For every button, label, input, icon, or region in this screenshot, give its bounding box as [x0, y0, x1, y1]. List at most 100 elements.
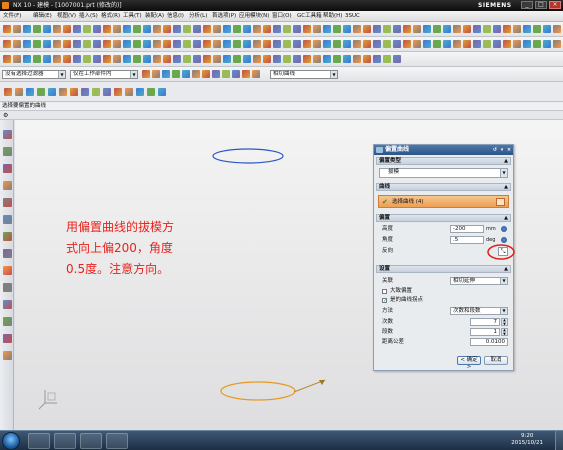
- toolbar-tool-icon[interactable]: [81, 88, 89, 96]
- toolbar-tool-icon[interactable]: [353, 40, 361, 48]
- toolbar-tool-icon[interactable]: [73, 40, 81, 48]
- toolbar-tool-icon[interactable]: [413, 40, 421, 48]
- toolbar-tool-icon[interactable]: [503, 40, 511, 48]
- height-options-icon[interactable]: [501, 226, 507, 232]
- toolbar-tool-icon[interactable]: [203, 40, 211, 48]
- toolbar-tool-icon[interactable]: [343, 25, 351, 33]
- toolbar-tool-icon[interactable]: [523, 40, 531, 48]
- toolbar-tool-icon[interactable]: [243, 55, 251, 63]
- toolbar-tool-icon[interactable]: [543, 25, 551, 33]
- toolbar-tool-icon[interactable]: [23, 55, 31, 63]
- toolbar-tool-icon[interactable]: [173, 55, 181, 63]
- resource-tab-icon[interactable]: [3, 130, 12, 139]
- toolbar-tool-icon[interactable]: [253, 25, 261, 33]
- resource-tab-icon[interactable]: [3, 232, 12, 241]
- toolbar-tool-icon[interactable]: [223, 55, 231, 63]
- menu-window[interactable]: 窗口(O): [272, 11, 292, 22]
- toolbar-tool-icon[interactable]: [203, 55, 211, 63]
- toolbar-tool-icon[interactable]: [143, 25, 151, 33]
- toolbar-tool-icon[interactable]: [43, 25, 51, 33]
- toolbar-tool-icon[interactable]: [63, 25, 71, 33]
- toolbar-tool-icon[interactable]: [373, 25, 381, 33]
- toolbar-tool-icon[interactable]: [63, 55, 71, 63]
- toolbar-tool-icon[interactable]: [283, 55, 291, 63]
- toolbar-tool-icon[interactable]: [443, 40, 451, 48]
- resource-tab-icon[interactable]: [3, 147, 12, 156]
- toolbar-tool-icon[interactable]: [183, 55, 191, 63]
- toolbar-tool-icon[interactable]: [333, 55, 341, 63]
- offset-type-dropdown[interactable]: 拔模 ▼: [379, 168, 508, 178]
- toolbar-tool-icon[interactable]: [59, 88, 67, 96]
- toolbar-tool-icon[interactable]: [143, 40, 151, 48]
- toolbar-tool-icon[interactable]: [293, 25, 301, 33]
- trim-checkbox[interactable]: ✓: [382, 298, 387, 304]
- toolbar-tool-icon[interactable]: [23, 40, 31, 48]
- menu-file[interactable]: 文件(F): [3, 11, 21, 22]
- segments-input[interactable]: 1: [470, 328, 500, 336]
- toolbar-tool-icon[interactable]: [333, 25, 341, 33]
- toolbar-tool-icon[interactable]: [183, 25, 191, 33]
- toolbar-tool-icon[interactable]: [92, 88, 100, 96]
- toolbar-tool-icon[interactable]: [373, 55, 381, 63]
- segments-spinner-icon[interactable]: ▲ ▼: [501, 328, 508, 336]
- toolbar-tool-icon[interactable]: [113, 55, 121, 63]
- toolbar-tool-icon[interactable]: [26, 88, 34, 96]
- toolbar-tool-icon[interactable]: [193, 40, 201, 48]
- menu-insert[interactable]: 插入(S): [79, 11, 98, 22]
- maximize-button[interactable]: □: [535, 1, 547, 9]
- toolbar-tool-icon[interactable]: [147, 88, 155, 96]
- toolbar-tool-icon[interactable]: [33, 40, 41, 48]
- toolbar-tool-icon[interactable]: [473, 40, 481, 48]
- selection-filter-dropdown[interactable]: 没有选择过滤器 ▼: [2, 70, 66, 79]
- toolbar-tool-icon[interactable]: [37, 88, 45, 96]
- dialog-close-icon[interactable]: ×: [506, 147, 512, 153]
- taskbar-app-4[interactable]: [106, 433, 128, 449]
- toolbar-tool-icon[interactable]: [523, 25, 531, 33]
- toolbar-tool-icon[interactable]: [192, 70, 200, 78]
- toolbar-tool-icon[interactable]: [483, 25, 491, 33]
- toolbar-tool-icon[interactable]: [223, 40, 231, 48]
- toolbar-tool-icon[interactable]: [363, 25, 371, 33]
- toolbar-tool-icon[interactable]: [493, 25, 501, 33]
- settings-section[interactable]: 设置 ▲: [376, 265, 511, 273]
- menu-help[interactable]: 帮助(H): [323, 11, 342, 22]
- toolbar-tool-icon[interactable]: [113, 40, 121, 48]
- resource-tab-icon[interactable]: [3, 300, 12, 309]
- toolbar-tool-icon[interactable]: [503, 25, 511, 33]
- toolbar-tool-icon[interactable]: [252, 70, 260, 78]
- toolbar-tool-icon[interactable]: [153, 25, 161, 33]
- toolbar-tool-icon[interactable]: [393, 25, 401, 33]
- toolbar-tool-icon[interactable]: [103, 25, 111, 33]
- toolbar-tool-icon[interactable]: [383, 40, 391, 48]
- toolbar-tool-icon[interactable]: [158, 88, 166, 96]
- toolbar-tool-icon[interactable]: [363, 55, 371, 63]
- menu-tools[interactable]: 工具(T): [123, 11, 142, 22]
- toolbar-tool-icon[interactable]: [3, 55, 11, 63]
- resource-tab-icon[interactable]: [3, 317, 12, 326]
- toolbar-tool-icon[interactable]: [172, 70, 180, 78]
- toolbar-tool-icon[interactable]: [103, 88, 111, 96]
- toolbar-tool-icon[interactable]: [213, 40, 221, 48]
- resource-tab-icon[interactable]: [3, 215, 12, 224]
- toolbar-tool-icon[interactable]: [43, 40, 51, 48]
- toolbar-tool-icon[interactable]: [73, 55, 81, 63]
- toolbar-tool-icon[interactable]: [473, 25, 481, 33]
- ok-button[interactable]: < 确定 >: [457, 356, 481, 370]
- resource-tab-icon[interactable]: [3, 283, 12, 292]
- toolbar-tool-icon[interactable]: [383, 55, 391, 63]
- toolbar-tool-icon[interactable]: [233, 55, 241, 63]
- large-deviation-checkbox[interactable]: [382, 289, 387, 294]
- taskbar-app-2[interactable]: [54, 433, 76, 449]
- minimize-button[interactable]: _: [521, 1, 533, 9]
- toolbar-tool-icon[interactable]: [48, 88, 56, 96]
- toolbar-tool-icon[interactable]: [313, 40, 321, 48]
- toolbar-tool-icon[interactable]: [13, 55, 21, 63]
- toolbar-tool-icon[interactable]: [133, 55, 141, 63]
- toolbar-tool-icon[interactable]: [73, 25, 81, 33]
- degree-spinner-icon[interactable]: ▲ ▼: [501, 318, 508, 326]
- toolbar-tool-icon[interactable]: [83, 40, 91, 48]
- taskbar-app-3[interactable]: [80, 433, 102, 449]
- toolbar-tool-icon[interactable]: [483, 40, 491, 48]
- toolbar-tool-icon[interactable]: [443, 25, 451, 33]
- toolbar-tool-icon[interactable]: [263, 40, 271, 48]
